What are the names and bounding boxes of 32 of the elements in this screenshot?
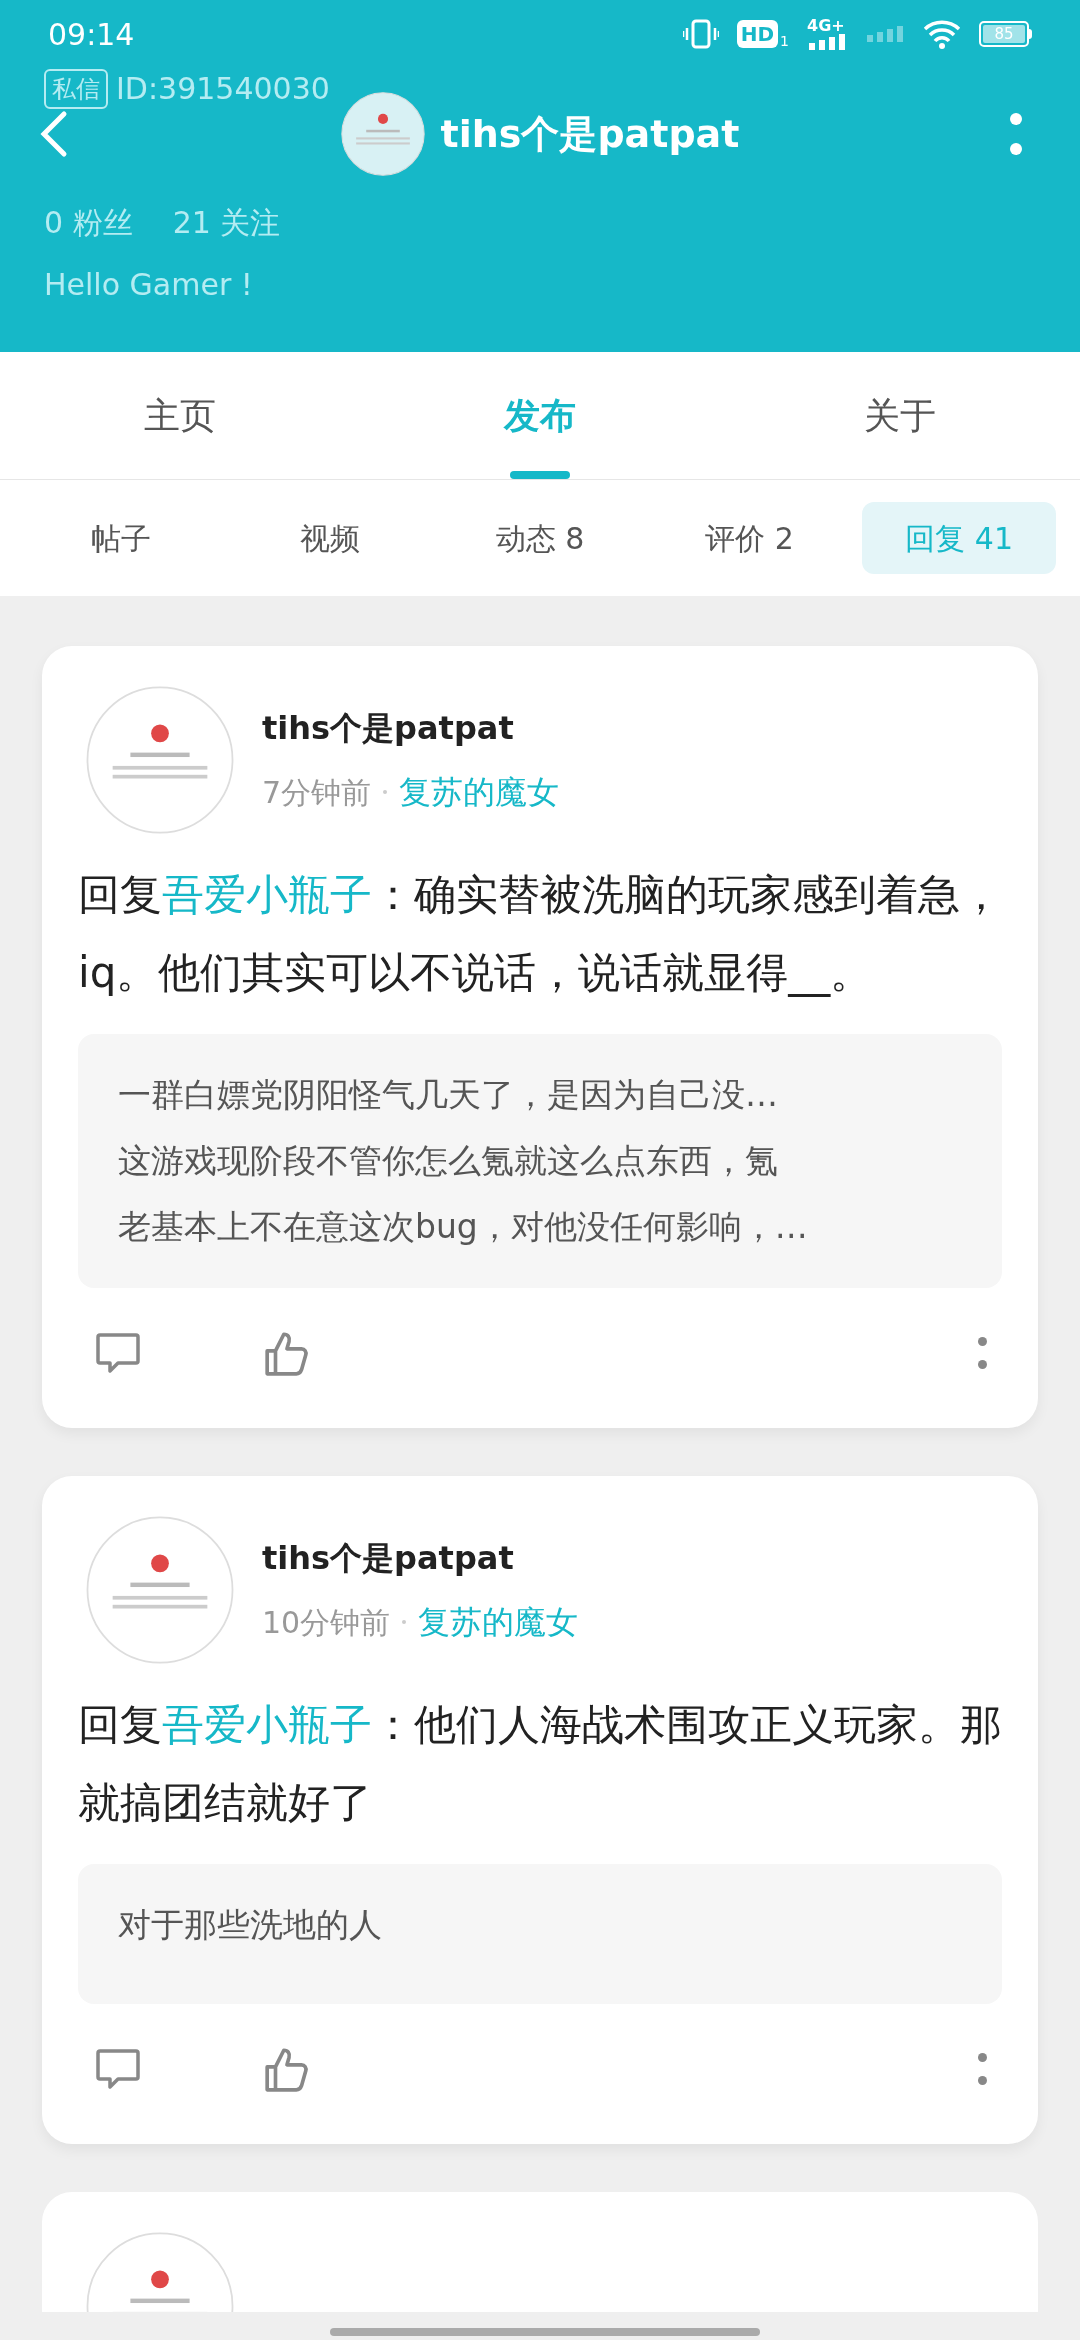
author-name: tihs个是patpat: [262, 708, 515, 749]
vibrate-icon: [682, 19, 719, 49]
back-icon: [40, 110, 68, 158]
signal-icon: [865, 26, 905, 42]
wifi-icon: [923, 19, 961, 49]
quote-text: 老基本上不在意这次bug，对他没任何影响，…: [118, 1206, 809, 1248]
reply-text: 回复吾爱小瓶子：他们人海战术围攻正义玩家。那就搞团结就好了: [78, 1699, 1002, 1829]
tab[interactable]: 关于: [720, 352, 1080, 479]
profile-stat: 21 关注: [172, 204, 281, 242]
status-time: 09:14: [48, 15, 135, 54]
sub-tab[interactable]: 视频: [233, 502, 428, 574]
sub-tab[interactable]: 动态 8: [443, 502, 637, 574]
sim-slot: 1: [780, 34, 789, 48]
quote-text: 一群白嫖党阴阳怪气几天了，是因为自己没…: [118, 1074, 779, 1116]
message-badge: 私信: [44, 68, 108, 109]
user-id: ID:391540030: [116, 70, 330, 108]
author-name: tihs个是patpat: [262, 1538, 515, 1579]
network-type: 4G+: [807, 18, 845, 34]
greeting-text: Hello Gamer !: [44, 266, 253, 304]
sub-tab[interactable]: 评价 2: [652, 502, 847, 574]
sub-tab[interactable]: 帖子: [24, 502, 218, 574]
tab[interactable]: 主页: [0, 352, 360, 479]
hd-badge: HD: [736, 20, 779, 48]
signal-icon: [807, 34, 847, 50]
quote-text: 对于那些洗地的人: [118, 1904, 383, 1946]
quote-text: 这游戏现阶段不管你怎么氪就这么点东西，氪: [118, 1140, 779, 1182]
post-time: 7分钟前: [262, 773, 372, 812]
post-time: 10分钟前: [262, 1603, 391, 1642]
profile-stat: 0 粉丝: [44, 204, 133, 242]
battery-level: 85: [994, 26, 1014, 42]
reply-text: 回复吾爱小瓶子：确实替被洗脑的玩家感到着急，iq。他们其实可以不说话，说话就显得__。: [78, 869, 1002, 999]
header-title: tihs个是patpat: [440, 110, 740, 158]
